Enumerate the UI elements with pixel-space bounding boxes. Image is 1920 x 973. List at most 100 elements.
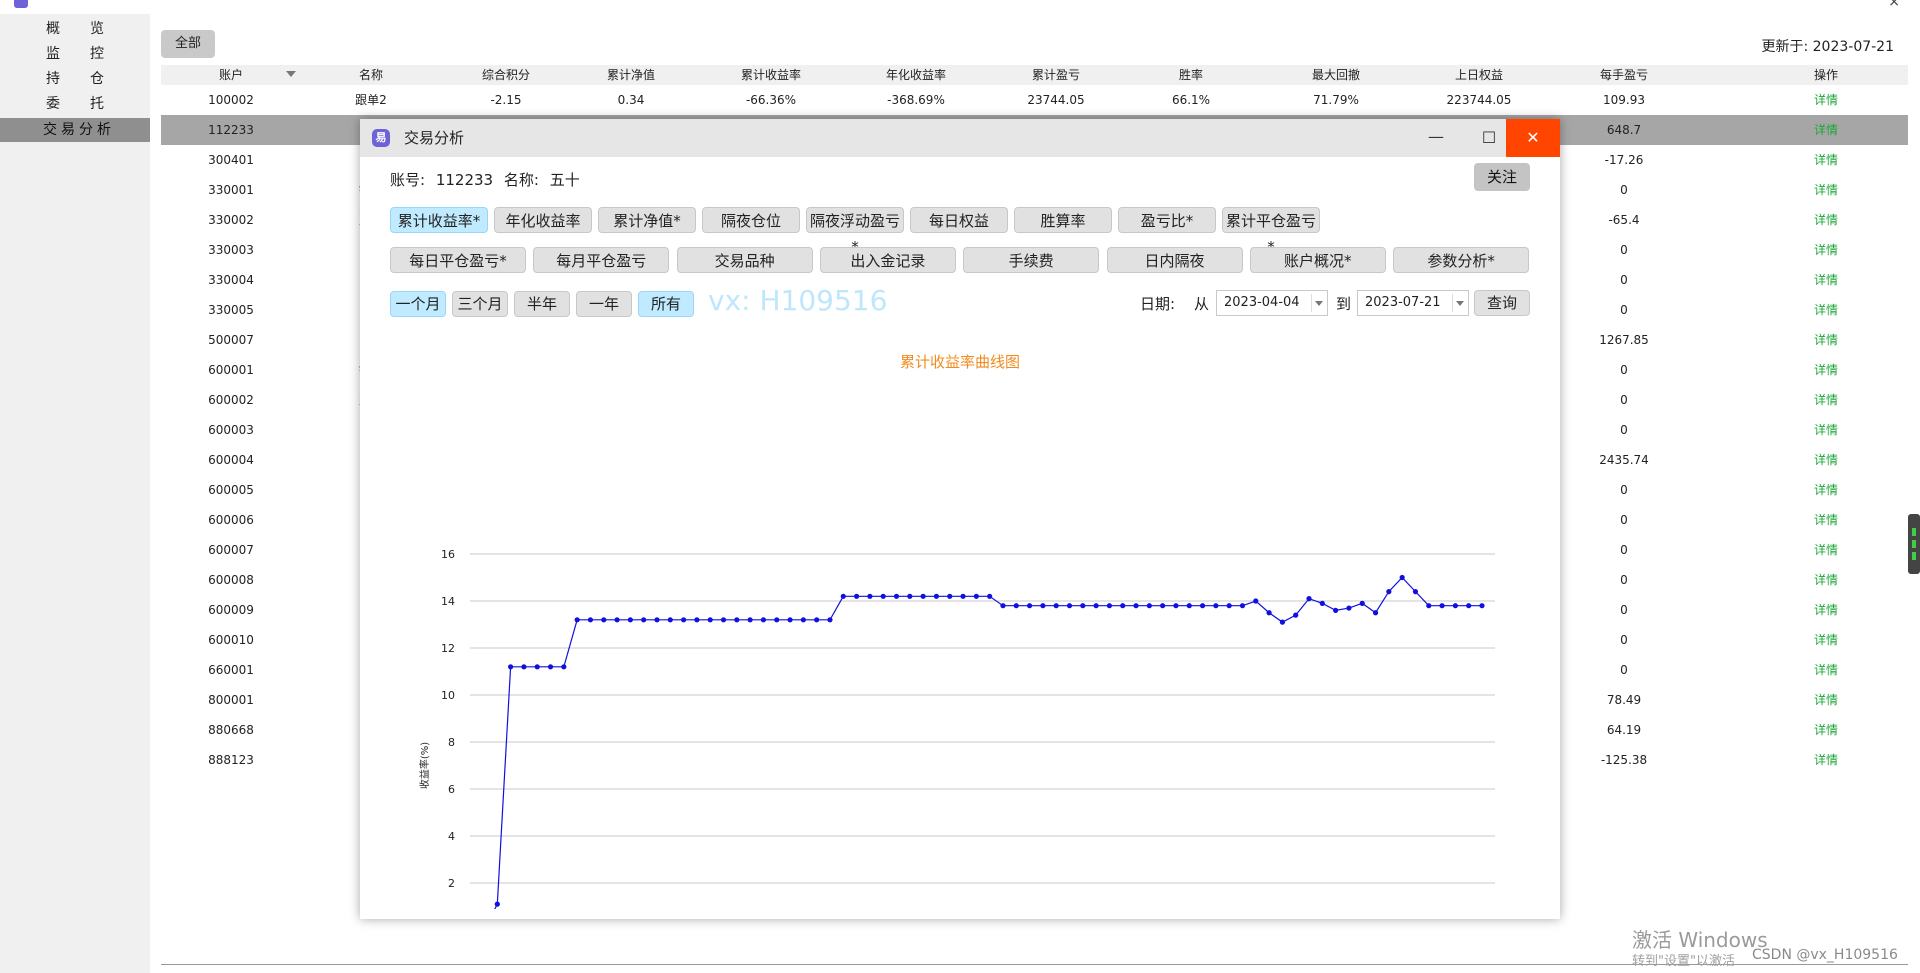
details-link[interactable]: 详情 xyxy=(1801,625,1851,655)
table-header: 账户 名称 综合积分 累计净值 累计收益率 年化收益率 累计盈亏 胜率 最大回撤… xyxy=(161,65,1908,85)
tab-row2-4[interactable]: 手续费 xyxy=(963,247,1100,273)
tab-row1-8[interactable]: 累计平仓盈亏* xyxy=(1222,207,1320,256)
range-3m-button[interactable]: 三个月 xyxy=(452,291,508,317)
table-cell: 2435.74 xyxy=(1599,453,1649,467)
date-from-picker[interactable]: 2023-04-04 xyxy=(1216,290,1328,316)
column-header[interactable]: 累计收益率 xyxy=(726,65,816,85)
date-to-picker[interactable]: 2023-07-21 xyxy=(1357,290,1469,316)
chevron-down-icon[interactable] xyxy=(1456,301,1464,306)
column-header[interactable]: 每手盈亏 xyxy=(1579,65,1669,85)
sidebar-item-trade-analysis[interactable]: 交易分析 xyxy=(0,118,150,142)
data-point xyxy=(1000,603,1006,609)
details-link[interactable]: 详情 xyxy=(1801,145,1851,175)
table-cell: 0 xyxy=(1620,543,1628,557)
dialog-title-bar[interactable]: 易 交易分析 — ☐ ✕ xyxy=(360,119,1560,157)
details-link[interactable]: 详情 xyxy=(1801,445,1851,475)
details-link[interactable]: 详情 xyxy=(1801,115,1851,145)
all-button[interactable]: 全部 xyxy=(161,30,215,58)
tab-row2-3[interactable]: 出入金记录 xyxy=(819,247,956,273)
details-link[interactable]: 详情 xyxy=(1801,85,1851,115)
sidebar-item-monitor[interactable]: 监 控 xyxy=(0,42,150,66)
column-header[interactable]: 最大回撤 xyxy=(1296,65,1376,85)
tab-row1-1[interactable]: 年化收益率 xyxy=(494,207,592,233)
data-point xyxy=(1093,603,1099,609)
minimize-icon[interactable]: — xyxy=(1418,119,1454,157)
range-6m-button[interactable]: 半年 xyxy=(514,291,570,317)
details-link[interactable]: 详情 xyxy=(1801,535,1851,565)
tab-row1-4[interactable]: 隔夜浮动盈亏* xyxy=(806,207,904,256)
details-link[interactable]: 详情 xyxy=(1801,355,1851,385)
details-link[interactable]: 详情 xyxy=(1801,205,1851,235)
range-1y-button[interactable]: 一年 xyxy=(576,291,632,317)
close-icon[interactable]: ✕ xyxy=(1506,119,1560,157)
details-link[interactable]: 详情 xyxy=(1801,595,1851,625)
tab-row1-0[interactable]: 累计收益率* xyxy=(390,207,488,233)
details-link[interactable]: 详情 xyxy=(1801,175,1851,205)
tab-row1-3[interactable]: 隔夜仓位 xyxy=(702,207,800,233)
table-cell: -2.15 xyxy=(490,93,522,107)
details-link[interactable]: 详情 xyxy=(1801,505,1851,535)
tab-row2-7[interactable]: 参数分析* xyxy=(1393,247,1530,273)
tab-row2-0[interactable]: 每日平仓盈亏* xyxy=(390,247,526,273)
data-point xyxy=(1053,603,1059,609)
table-cell: 0 xyxy=(1620,423,1628,437)
details-link[interactable]: 详情 xyxy=(1801,685,1851,715)
data-point xyxy=(521,664,527,670)
details-link[interactable]: 详情 xyxy=(1801,415,1851,445)
column-header[interactable]: 操作 xyxy=(1801,65,1851,85)
details-link[interactable]: 详情 xyxy=(1801,265,1851,295)
column-header[interactable]: 胜率 xyxy=(1161,65,1221,85)
column-header[interactable]: 累计净值 xyxy=(591,65,671,85)
details-link[interactable]: 详情 xyxy=(1801,235,1851,265)
tab-row1-7[interactable]: 盈亏比* xyxy=(1118,207,1216,233)
data-point xyxy=(787,617,793,623)
column-header[interactable]: 上日权益 xyxy=(1439,65,1519,85)
data-point xyxy=(814,617,820,623)
details-link[interactable]: 详情 xyxy=(1801,565,1851,595)
sort-desc-icon[interactable] xyxy=(286,71,296,77)
data-point xyxy=(1346,605,1352,611)
range-1m-button[interactable]: 一个月 xyxy=(390,291,446,317)
tab-row1-6[interactable]: 胜算率 xyxy=(1014,207,1112,233)
data-point xyxy=(840,593,846,599)
data-point xyxy=(641,617,647,623)
details-link[interactable]: 详情 xyxy=(1801,295,1851,325)
tab-row2-6[interactable]: 账户概况* xyxy=(1249,247,1386,273)
column-header[interactable]: 综合积分 xyxy=(466,65,546,85)
tab-row2-5[interactable]: 日内隔夜 xyxy=(1106,247,1243,273)
table-row[interactable]: 100002 跟单2 -2.15 0.34 -66.36% -368.69% 23744.0… xyxy=(161,85,1908,115)
chevron-down-icon[interactable] xyxy=(1315,301,1323,306)
data-point xyxy=(1040,603,1046,609)
data-point xyxy=(1066,603,1073,609)
data-point xyxy=(694,617,700,623)
sidebar-item-orders[interactable]: 委 托 xyxy=(0,92,150,116)
sidebar-item-overview[interactable]: 概 览 xyxy=(0,17,150,41)
details-link[interactable]: 详情 xyxy=(1801,655,1851,685)
scrollbar-handle[interactable] xyxy=(1908,514,1920,574)
sidebar-item-char: 概 xyxy=(46,21,60,37)
tab-row2-1[interactable]: 每月平仓盈亏 xyxy=(533,247,670,273)
data-point xyxy=(1160,603,1166,609)
query-button[interactable]: 查询 xyxy=(1474,290,1530,316)
details-link[interactable]: 详情 xyxy=(1801,745,1851,775)
details-link[interactable]: 详情 xyxy=(1801,325,1851,355)
close-icon[interactable]: × xyxy=(1888,0,1900,10)
tab-row1-5[interactable]: 每日权益 xyxy=(910,207,1008,233)
range-all-button[interactable]: 所有 xyxy=(638,291,694,317)
table-cell: -368.69% xyxy=(887,93,945,107)
column-header[interactable]: 年化收益率 xyxy=(871,65,961,85)
column-header[interactable]: 账户 xyxy=(201,65,261,85)
column-header[interactable]: 累计盈亏 xyxy=(1016,65,1096,85)
watermark-text: vx: H109516 xyxy=(708,284,888,317)
follow-button[interactable]: 关注 xyxy=(1474,163,1530,191)
data-point xyxy=(1266,610,1272,616)
tab-row1-2[interactable]: 累计净值* xyxy=(598,207,696,233)
sidebar-item-positions[interactable]: 持 仓 xyxy=(0,67,150,91)
data-point xyxy=(920,593,926,599)
maximize-icon[interactable]: ☐ xyxy=(1471,119,1507,157)
details-link[interactable]: 详情 xyxy=(1801,385,1851,415)
details-link[interactable]: 详情 xyxy=(1801,475,1851,505)
details-link[interactable]: 详情 xyxy=(1801,715,1851,745)
tab-row2-2[interactable]: 交易品种 xyxy=(676,247,813,273)
column-header[interactable]: 名称 xyxy=(331,65,411,85)
